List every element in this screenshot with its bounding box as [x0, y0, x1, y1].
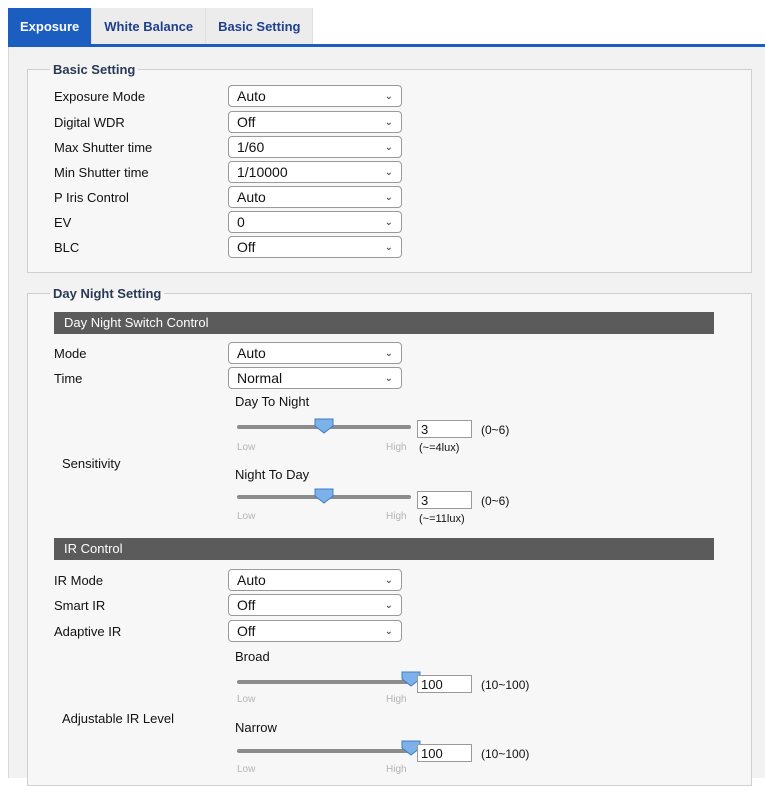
- chevron-down-icon: ⌄: [384, 167, 393, 178]
- ir-mode-row: IR Mode Auto ⌄: [54, 569, 402, 591]
- exposure-mode-value: Auto: [237, 88, 266, 104]
- day-to-night-lux: (~=4lux): [419, 442, 460, 454]
- adjustable-ir-level-label: Adjustable IR Level: [62, 711, 175, 726]
- blc-label: BLC: [54, 239, 80, 255]
- blc-row: BLC Off ⌄: [54, 236, 402, 258]
- max-shutter-label: Max Shutter time: [54, 139, 153, 155]
- day-to-night-title: Day To Night: [235, 394, 310, 409]
- day-night-legend: Day Night Setting: [53, 286, 162, 301]
- broad-slider-track[interactable]: [237, 680, 411, 684]
- narrow-range: (10~100): [481, 747, 530, 761]
- p-iris-label: P Iris Control: [54, 189, 129, 205]
- tab-exposure[interactable]: Exposure: [8, 8, 93, 44]
- narrow-slider-track[interactable]: [237, 749, 411, 753]
- night-to-day-lux: (~=11lux): [419, 513, 465, 525]
- day-to-night-low-label: Low: [237, 442, 256, 453]
- digital-wdr-value: Off: [237, 114, 256, 130]
- mode-row: Mode Auto ⌄: [54, 342, 402, 364]
- time-value: Normal: [237, 370, 283, 386]
- p-iris-select[interactable]: Auto ⌄: [228, 186, 402, 208]
- day-to-night-high-label: High: [386, 442, 407, 453]
- chevron-down-icon: ⌄: [384, 91, 393, 102]
- narrow-title: Narrow: [235, 720, 277, 735]
- broad-low-label: Low: [237, 694, 256, 705]
- broad-high-label: High: [386, 694, 407, 705]
- min-shutter-select[interactable]: 1/10000 ⌄: [228, 161, 402, 183]
- p-iris-row: P Iris Control Auto ⌄: [54, 186, 402, 208]
- chevron-down-icon: ⌄: [384, 373, 393, 384]
- mode-label: Mode: [54, 345, 87, 361]
- smart-ir-row: Smart IR Off ⌄: [54, 594, 402, 616]
- chevron-down-icon: ⌄: [384, 575, 393, 586]
- basic-setting-legend: Basic Setting: [53, 62, 136, 77]
- tab-white-balance[interactable]: White Balance: [92, 8, 207, 44]
- min-shutter-value: 1/10000: [237, 164, 288, 180]
- adaptive-ir-select[interactable]: Off ⌄: [228, 620, 402, 642]
- night-to-day-value-input[interactable]: 3: [417, 491, 472, 509]
- blc-select[interactable]: Off ⌄: [228, 236, 402, 258]
- ir-mode-value: Auto: [237, 572, 266, 588]
- chevron-down-icon: ⌄: [384, 142, 393, 153]
- day-night-switch-header: Day Night Switch Control: [54, 312, 714, 334]
- chevron-down-icon: ⌄: [384, 217, 393, 228]
- chevron-down-icon: ⌄: [384, 242, 393, 253]
- time-label: Time: [54, 370, 83, 386]
- digital-wdr-row: Digital WDR Off ⌄: [54, 111, 402, 133]
- chevron-down-icon: ⌄: [384, 348, 393, 359]
- digital-wdr-label: Digital WDR: [54, 114, 125, 130]
- digital-wdr-select[interactable]: Off ⌄: [228, 111, 402, 133]
- adaptive-ir-value: Off: [237, 623, 256, 639]
- mode-select[interactable]: Auto ⌄: [228, 342, 402, 364]
- max-shutter-row: Max Shutter time 1/60 ⌄: [54, 136, 402, 158]
- night-to-day-high-label: High: [386, 511, 407, 522]
- time-select[interactable]: Normal ⌄: [228, 367, 402, 389]
- night-to-day-low-label: Low: [237, 511, 256, 522]
- ev-label: EV: [54, 214, 72, 230]
- slider-handle-icon[interactable]: [314, 488, 334, 504]
- smart-ir-select[interactable]: Off ⌄: [228, 594, 402, 616]
- day-to-night-value-input[interactable]: 3: [417, 420, 472, 438]
- blc-value: Off: [237, 239, 256, 255]
- slider-handle-icon[interactable]: [314, 418, 334, 434]
- max-shutter-value: 1/60: [237, 139, 265, 155]
- adaptive-ir-label: Adaptive IR: [54, 623, 122, 639]
- smart-ir-value: Off: [237, 597, 256, 613]
- narrow-value-input[interactable]: 100: [417, 744, 472, 762]
- max-shutter-select[interactable]: 1/60 ⌄: [228, 136, 402, 158]
- mode-value: Auto: [237, 345, 266, 361]
- exposure-mode-select[interactable]: Auto ⌄: [228, 85, 402, 107]
- narrow-low-label: Low: [237, 764, 256, 775]
- adaptive-ir-row: Adaptive IR Off ⌄: [54, 620, 402, 642]
- p-iris-value: Auto: [237, 189, 266, 205]
- smart-ir-label: Smart IR: [54, 597, 106, 613]
- exposure-mode-label: Exposure Mode: [54, 88, 146, 104]
- ev-value: 0: [237, 214, 245, 230]
- ir-control-header: IR Control: [54, 538, 714, 560]
- ir-mode-select[interactable]: Auto ⌄: [228, 569, 402, 591]
- narrow-high-label: High: [386, 764, 407, 775]
- broad-title: Broad: [235, 649, 270, 664]
- sensitivity-label: Sensitivity: [62, 456, 121, 471]
- min-shutter-row: Min Shutter time 1/10000 ⌄: [54, 161, 402, 183]
- chevron-down-icon: ⌄: [384, 600, 393, 611]
- night-to-day-title: Night To Day: [235, 467, 310, 482]
- day-to-night-range: (0~6): [481, 423, 510, 437]
- min-shutter-label: Min Shutter time: [54, 164, 149, 180]
- exposure-mode-row: Exposure Mode Auto ⌄: [54, 85, 402, 107]
- time-row: Time Normal ⌄: [54, 367, 402, 389]
- ev-row: EV 0 ⌄: [54, 211, 402, 233]
- broad-value-input[interactable]: 100: [417, 675, 472, 693]
- chevron-down-icon: ⌄: [384, 117, 393, 128]
- night-to-day-range: (0~6): [481, 494, 510, 508]
- tab-basic-setting[interactable]: Basic Setting: [206, 8, 314, 44]
- ev-select[interactable]: 0 ⌄: [228, 211, 402, 233]
- chevron-down-icon: ⌄: [384, 192, 393, 203]
- broad-range: (10~100): [481, 678, 530, 692]
- tab-bar: Exposure White Balance Basic Setting: [8, 8, 314, 44]
- ir-mode-label: IR Mode: [54, 572, 104, 588]
- chevron-down-icon: ⌄: [384, 626, 393, 637]
